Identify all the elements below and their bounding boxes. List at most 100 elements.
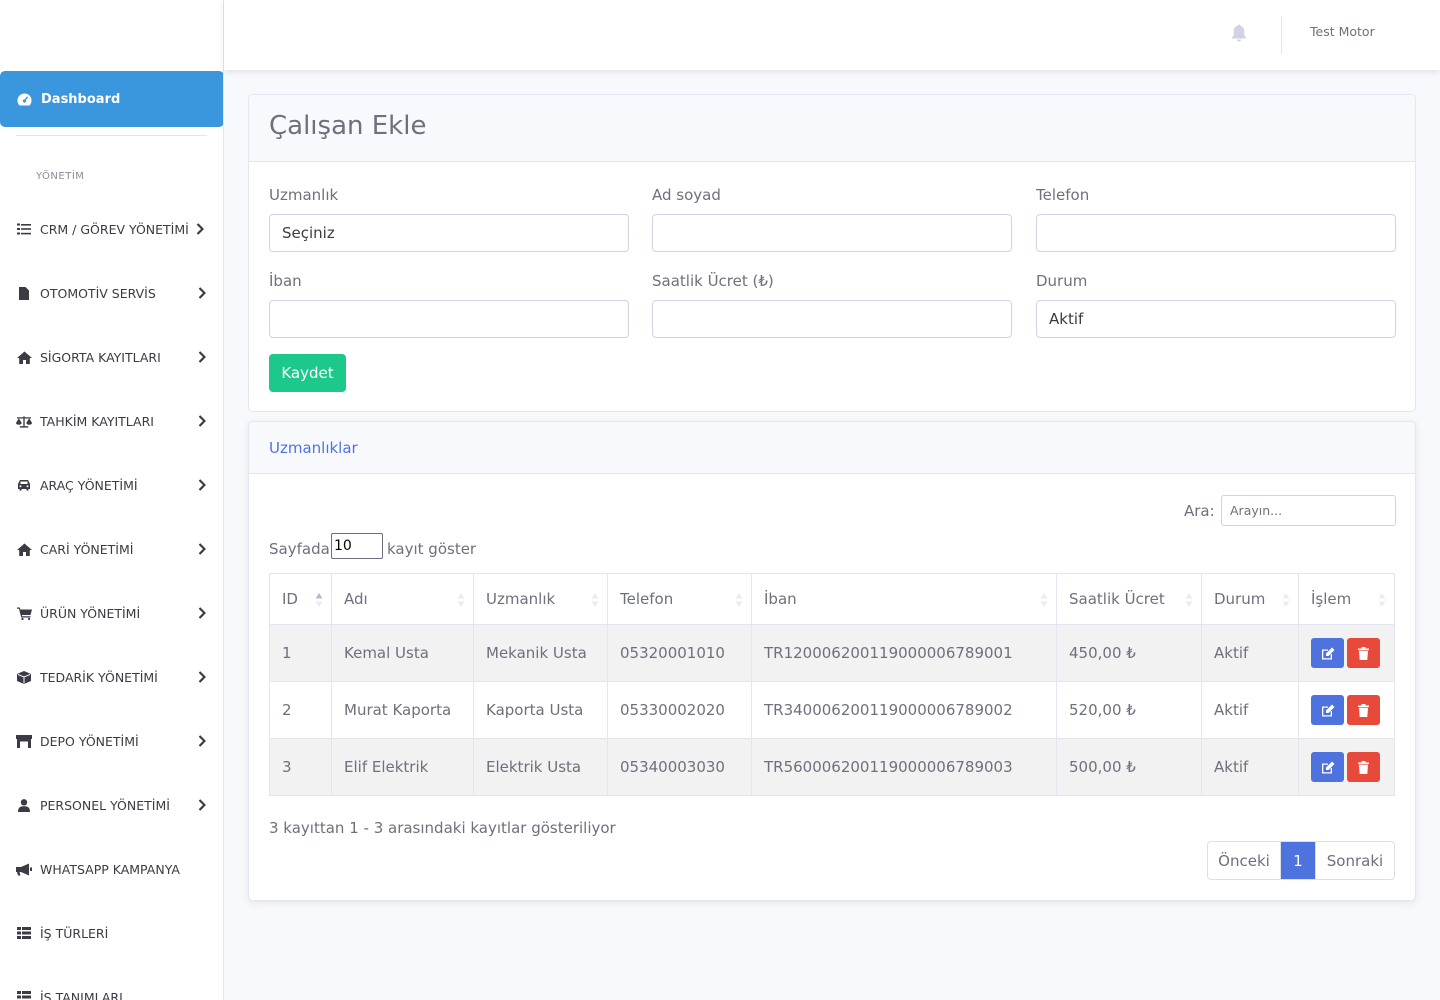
cell-phone: 05320001010 bbox=[607, 624, 752, 682]
cell-actions bbox=[1298, 681, 1395, 739]
sidebar-item-sigorta[interactable]: SİGORTA KAYITLARI bbox=[0, 337, 223, 377]
search-input[interactable]: Arayın... bbox=[1221, 495, 1396, 526]
user-name[interactable]: Test Motor bbox=[1310, 24, 1375, 39]
pagination-previous-button[interactable]: Önceki bbox=[1208, 842, 1281, 879]
column-header-label: İban bbox=[764, 590, 797, 608]
sort-icon bbox=[591, 593, 599, 607]
column-header-iban[interactable]: İban bbox=[751, 573, 1057, 625]
column-header-specialty[interactable]: Uzmanlık bbox=[473, 573, 608, 625]
pagination: Önceki 1 Sonraki bbox=[1207, 841, 1395, 880]
sidebar-item-dashboard[interactable]: Dashboard bbox=[0, 71, 223, 127]
home-icon bbox=[16, 350, 32, 364]
sidebar-item-crm[interactable]: CRM / GÖREV YÖNETİMİ bbox=[0, 209, 223, 249]
uzmanlik-select[interactable]: Seçiniz bbox=[269, 214, 629, 252]
pagination-page-button[interactable]: 1 bbox=[1281, 842, 1316, 879]
trash-icon bbox=[1358, 760, 1369, 774]
pagination-next-button[interactable]: Sonraki bbox=[1316, 842, 1394, 879]
edit-button[interactable] bbox=[1311, 752, 1344, 782]
sidebar-item-label: ÜRÜN YÖNETİMİ bbox=[40, 605, 141, 621]
delete-button[interactable] bbox=[1347, 752, 1380, 782]
telefon-input[interactable] bbox=[1036, 214, 1396, 252]
iban-input[interactable] bbox=[269, 300, 629, 338]
sidebar-item-urun[interactable]: ÜRÜN YÖNETİMİ bbox=[0, 593, 223, 633]
uzmanlik-select-value: Seçiniz bbox=[282, 224, 335, 242]
cell-actions bbox=[1298, 738, 1395, 796]
delete-button[interactable] bbox=[1347, 695, 1380, 725]
column-header-actions[interactable]: İşlem bbox=[1298, 573, 1395, 625]
uzmanlik-label: Uzmanlık bbox=[269, 186, 339, 204]
car-icon bbox=[16, 478, 32, 492]
topbar-divider bbox=[1281, 16, 1282, 54]
tasks-icon bbox=[16, 222, 32, 236]
megaphone-icon bbox=[16, 862, 32, 876]
trash-icon bbox=[1358, 646, 1369, 660]
sidebar-item-tedarik[interactable]: TEDARİK YÖNETİMİ bbox=[0, 657, 223, 697]
cell-rate: 520,00 ₺ bbox=[1056, 681, 1202, 739]
sidebar-item-label: TAHKİM KAYITLARI bbox=[40, 413, 154, 429]
sidebar-item-otomotiv[interactable]: OTOMOTİV SERVİS bbox=[0, 273, 223, 313]
sidebar-item-label: ARAÇ YÖNETİMİ bbox=[40, 477, 138, 493]
specialties-card: Uzmanlıklar Ara: Arayın... Sayfada 10 ka… bbox=[248, 421, 1416, 901]
cell-rate: 500,00 ₺ bbox=[1056, 738, 1202, 796]
cell-id: 1 bbox=[269, 624, 332, 682]
bell-icon[interactable] bbox=[1231, 24, 1247, 42]
column-header-label: ID bbox=[282, 590, 298, 608]
edit-button[interactable] bbox=[1311, 695, 1344, 725]
table-row: 3 Elif Elektrik Elektrik Usta 0534000303… bbox=[269, 738, 1395, 796]
telefon-label: Telefon bbox=[1036, 186, 1090, 204]
cell-name: Elif Elektrik bbox=[331, 738, 474, 796]
sidebar-item-tahkim[interactable]: TAHKİM KAYITLARI bbox=[0, 401, 223, 441]
tachometer-icon bbox=[16, 91, 32, 107]
sort-icon bbox=[1282, 593, 1290, 607]
sidebar-item-is-tanimlari[interactable]: İŞ TANIMLARI bbox=[0, 977, 223, 1000]
user-icon bbox=[16, 798, 32, 812]
chevron-right-icon bbox=[198, 287, 206, 299]
box-icon bbox=[16, 670, 32, 684]
sort-icon bbox=[1185, 593, 1193, 607]
edit-icon bbox=[1321, 647, 1334, 659]
durum-select[interactable]: Aktif bbox=[1036, 300, 1396, 338]
column-header-label: İşlem bbox=[1311, 590, 1352, 608]
sort-icon bbox=[457, 593, 465, 607]
cell-id: 2 bbox=[269, 681, 332, 739]
card-header: Uzmanlıklar bbox=[249, 422, 1415, 474]
saatlik-ucret-label: Saatlik Ücret (₺) bbox=[652, 272, 774, 290]
column-header-id[interactable]: ID bbox=[269, 573, 332, 625]
file-icon bbox=[16, 286, 32, 300]
saatlik-ucret-input[interactable] bbox=[652, 300, 1012, 338]
chevron-right-icon bbox=[198, 415, 206, 427]
table-icon bbox=[16, 926, 32, 940]
sidebar-item-label: TEDARİK YÖNETİMİ bbox=[40, 669, 158, 685]
sidebar-item-arac[interactable]: ARAÇ YÖNETİMİ bbox=[0, 465, 223, 505]
warehouse-icon bbox=[16, 734, 32, 748]
sort-asc-icon bbox=[315, 593, 323, 607]
sidebar-item-cari[interactable]: CARİ YÖNETİMİ bbox=[0, 529, 223, 569]
length-suffix: kayıt göster bbox=[387, 540, 477, 558]
column-header-label: Adı bbox=[344, 590, 368, 608]
sort-icon bbox=[1378, 593, 1386, 607]
column-header-status[interactable]: Durum bbox=[1201, 573, 1299, 625]
sidebar-item-personel[interactable]: PERSONEL YÖNETİMİ bbox=[0, 785, 223, 825]
chevron-right-icon bbox=[198, 671, 206, 683]
adsoyad-input[interactable] bbox=[652, 214, 1012, 252]
durum-select-value: Aktif bbox=[1049, 310, 1084, 328]
cell-specialty: Mekanik Usta bbox=[473, 624, 608, 682]
save-button[interactable]: Kaydet bbox=[269, 354, 346, 392]
sidebar-item-depo[interactable]: DEPO YÖNETİMİ bbox=[0, 721, 223, 761]
sidebar-item-label: İŞ TANIMLARI bbox=[40, 989, 123, 1000]
column-header-rate[interactable]: Saatlik Ücret bbox=[1056, 573, 1202, 625]
sidebar-item-whatsapp[interactable]: WHATSAPP KAMPANYA bbox=[0, 849, 223, 889]
delete-button[interactable] bbox=[1347, 638, 1380, 668]
sidebar-heading: YÖNETİM bbox=[36, 171, 85, 182]
page-length-select[interactable]: 10 bbox=[331, 533, 383, 559]
page-title: Çalışan Ekle bbox=[269, 111, 427, 141]
column-header-phone[interactable]: Telefon bbox=[607, 573, 752, 625]
balance-scale-icon bbox=[16, 414, 32, 428]
column-header-name[interactable]: Adı bbox=[331, 573, 474, 625]
page-length-value: 10 bbox=[334, 538, 352, 554]
adsoyad-label: Ad soyad bbox=[652, 186, 721, 204]
edit-button[interactable] bbox=[1311, 638, 1344, 668]
chevron-right-icon bbox=[198, 479, 206, 491]
sidebar-item-label: OTOMOTİV SERVİS bbox=[40, 285, 156, 301]
sidebar-item-is-turleri[interactable]: İŞ TÜRLERİ bbox=[0, 913, 223, 953]
